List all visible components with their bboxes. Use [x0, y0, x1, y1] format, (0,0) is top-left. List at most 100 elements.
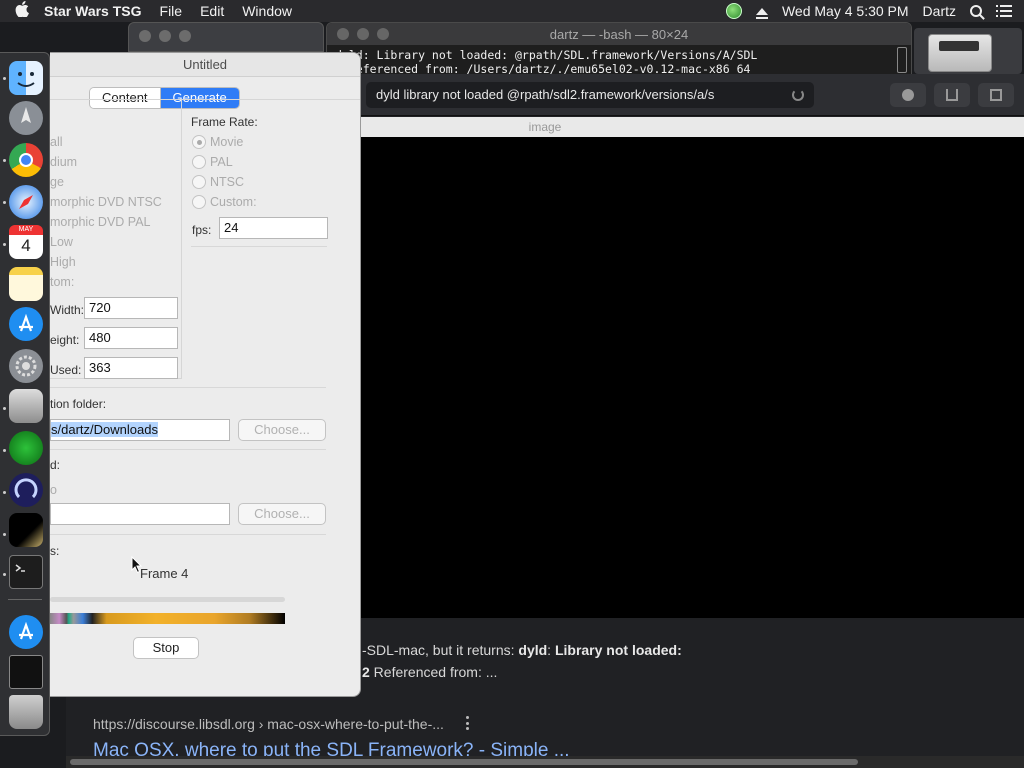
more-options-icon[interactable] — [466, 716, 470, 730]
calendar-month: MAY — [9, 225, 43, 235]
size-option-label[interactable]: Low — [50, 235, 73, 249]
running-indicator — [3, 407, 6, 410]
fps-field[interactable]: 24 — [219, 217, 328, 239]
zoom-window-icon[interactable] — [377, 28, 389, 40]
tabs-icon — [990, 89, 1002, 101]
choose-destination-button[interactable]: Choose... — [238, 419, 326, 441]
terminal-icon[interactable] — [9, 555, 43, 589]
running-indicator — [3, 533, 6, 536]
horizontal-scrollbar[interactable] — [66, 756, 1024, 768]
spotlight-search-icon[interactable] — [970, 5, 982, 17]
running-indicator — [3, 243, 6, 246]
terminal-line: dyld: Library not loaded: @rpath/SDL.fra… — [335, 48, 758, 62]
edit-menu[interactable]: Edit — [200, 3, 224, 19]
bittorrent-icon[interactable] — [9, 473, 43, 507]
divider — [50, 534, 326, 535]
system-preferences-icon[interactable] — [9, 349, 43, 383]
menu-bar: Star Wars TSG File Edit Window Wed May 4… — [0, 0, 1024, 22]
desktop-drive-icon[interactable] — [914, 28, 1022, 74]
window-title: Untitled — [50, 53, 360, 77]
dock: MAY 4 — [0, 52, 50, 736]
running-indicator — [3, 573, 6, 576]
calendar-day: 4 — [21, 236, 31, 255]
trash-icon[interactable] — [9, 695, 43, 729]
frame-rate-pal-radio[interactable] — [192, 155, 206, 169]
share-icon — [946, 89, 958, 101]
minimized-window-icon[interactable] — [9, 655, 43, 689]
launchpad-icon[interactable] — [9, 101, 43, 135]
green-gear-app-icon[interactable] — [9, 431, 43, 465]
size-option-label[interactable]: morphic DVD NTSC — [50, 195, 162, 209]
app-store-icon[interactable] — [9, 307, 43, 341]
terminal-titlebar[interactable]: dartz — -bash — 80×24 — [327, 23, 911, 45]
share-button[interactable] — [934, 83, 970, 107]
width-field[interactable]: 720 — [84, 297, 178, 319]
dock-separator — [8, 599, 42, 600]
untitled-window[interactable]: Untitled Content Generate all dium ge mo… — [50, 52, 361, 697]
close-window-icon[interactable] — [139, 30, 151, 42]
downloads-button[interactable] — [890, 83, 926, 107]
second-section-option[interactable]: o — [50, 483, 57, 497]
calendar-icon[interactable]: MAY 4 — [9, 225, 43, 259]
running-indicator — [3, 449, 6, 452]
close-window-icon[interactable] — [337, 28, 349, 40]
address-bar[interactable]: dyld library not loaded @rpath/sdl2.fram… — [366, 82, 814, 108]
minimize-window-icon[interactable] — [159, 30, 171, 42]
running-indicator — [3, 491, 6, 494]
star-wars-app-icon[interactable] — [9, 513, 43, 547]
menubar-user[interactable]: Dartz — [923, 3, 956, 19]
notification-center-icon[interactable] — [996, 5, 1012, 17]
height-field[interactable]: 480 — [84, 327, 178, 349]
app-status-icon[interactable] — [725, 3, 742, 19]
size-option-label[interactable]: dium — [50, 155, 77, 169]
result-url[interactable]: https://discourse.libsdl.org › mac-osx-w… — [93, 716, 444, 732]
divider — [50, 449, 326, 450]
notes-icon[interactable] — [9, 267, 43, 301]
size-option-label[interactable]: High — [50, 255, 76, 269]
zoom-window-icon[interactable] — [179, 30, 191, 42]
utility-app-icon[interactable] — [9, 389, 43, 423]
safari-icon[interactable] — [9, 185, 43, 219]
app-store-downloads-icon[interactable] — [9, 615, 43, 649]
frame-rate-ntsc-radio[interactable] — [192, 175, 206, 189]
frame-rate-group — [182, 99, 360, 379]
address-bar-text: dyld library not loaded @rpath/sdl2.fram… — [376, 87, 715, 102]
second-section-label: d: — [50, 458, 61, 472]
minimize-window-icon[interactable] — [357, 28, 369, 40]
reload-icon[interactable] — [792, 89, 804, 101]
terminal-scrollbar[interactable] — [897, 47, 907, 73]
background-window — [128, 22, 324, 52]
file-menu[interactable]: File — [160, 3, 183, 19]
search-snippet-line-2: 2 Referenced from: ... — [362, 664, 498, 680]
chrome-icon[interactable] — [9, 143, 43, 177]
size-option-label[interactable]: morphic DVD PAL — [50, 215, 151, 229]
size-option-label[interactable]: tom: — [50, 275, 74, 289]
destination-folder-text: s/dartz/Downloads — [51, 422, 158, 437]
second-path-field[interactable] — [50, 503, 230, 525]
terminal-output[interactable]: dyld: Library not loaded: @rpath/SDL.fra… — [327, 45, 911, 76]
running-indicator — [3, 77, 6, 80]
stop-button[interactable]: Stop — [133, 637, 199, 659]
used-field[interactable]: 363 — [84, 357, 178, 379]
destination-folder-field[interactable]: s/dartz/Downloads — [50, 419, 230, 441]
size-option-label[interactable]: ge — [50, 175, 64, 189]
frame-rate-custom-radio[interactable] — [192, 195, 206, 209]
destination-folder-label: tion folder: — [50, 397, 107, 411]
divider — [50, 387, 326, 388]
choose-second-button[interactable]: Choose... — [238, 503, 326, 525]
width-label: Width: — [50, 303, 85, 317]
progress-bar — [50, 597, 285, 602]
apple-menu-icon[interactable] — [0, 1, 44, 21]
terminal-window[interactable]: dartz — -bash — 80×24 dyld: Library not … — [326, 22, 912, 78]
size-option-label[interactable]: all — [50, 135, 63, 149]
menubar-clock[interactable]: Wed May 4 5:30 PM — [782, 3, 909, 19]
frame-status: Frame 4 — [140, 566, 189, 581]
eject-icon[interactable] — [755, 7, 768, 19]
tab-overview-button[interactable] — [978, 83, 1014, 107]
running-indicator — [3, 159, 6, 162]
app-name-menu[interactable]: Star Wars TSG — [44, 3, 142, 19]
frame-rate-movie-radio[interactable] — [192, 135, 206, 149]
finder-icon[interactable] — [9, 61, 43, 95]
frame-rate-option-label: Custom: — [210, 195, 257, 209]
window-menu[interactable]: Window — [242, 3, 292, 19]
